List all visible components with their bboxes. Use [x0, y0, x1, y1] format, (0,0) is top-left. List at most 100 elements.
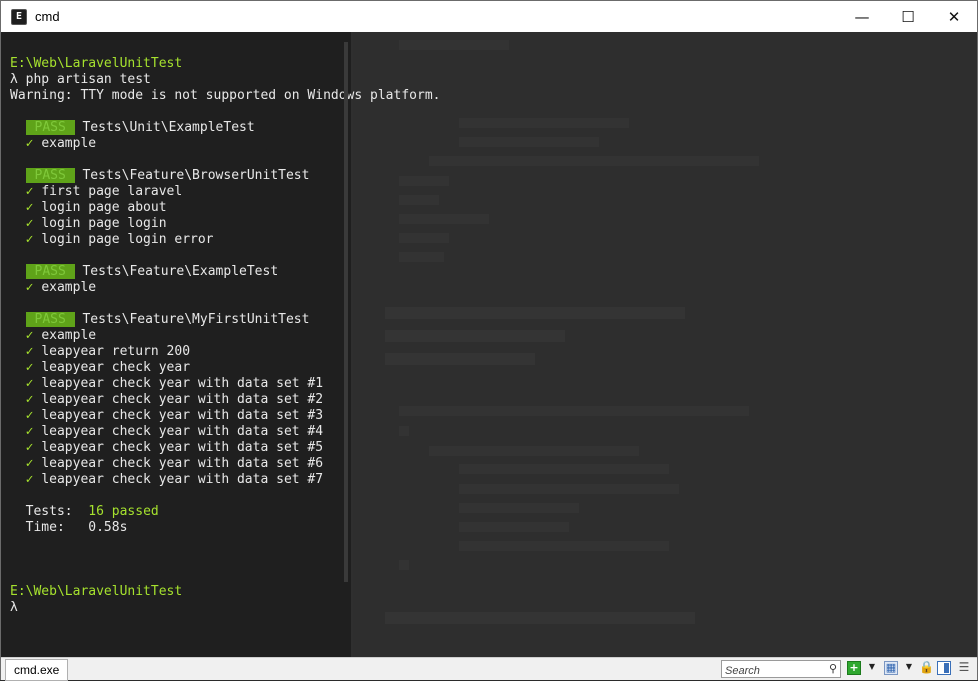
summary-label: Time:: [10, 520, 89, 535]
test-name: login page login error: [41, 232, 214, 247]
background-document: [353, 32, 977, 657]
pass-badge: PASS: [25, 120, 75, 135]
window-controls: — ☐ ✕: [839, 1, 977, 32]
command-line: λ: [10, 600, 440, 616]
test-suite-name: Tests\Unit\ExampleTest: [82, 120, 255, 135]
tests-summary-line: Tests: 16 passed: [10, 504, 440, 520]
time-summary-line: Time: 0.58s: [10, 520, 440, 536]
check-icon: ✓: [25, 232, 34, 247]
tab-cmd[interactable]: cmd.exe: [5, 659, 69, 681]
test-name: leapyear check year with data set #7: [41, 472, 324, 487]
test-result-line: ✓ leapyear return 200: [10, 344, 440, 360]
summary-value: 16 passed: [88, 504, 159, 519]
test-result-line: ✓ login page login error: [10, 232, 440, 248]
test-suite-line: PASS Tests\Unit\ExampleTest: [10, 120, 440, 136]
status-bar: cmd.exe ⚲ + ▼ ▦ ▼ 🔒 ☰: [1, 657, 977, 681]
summary-value: 0.58s: [88, 520, 128, 535]
pass-badge: PASS: [25, 168, 75, 183]
prompt-path: E:\Web\LaravelUnitTest: [10, 56, 183, 71]
output-line: Warning: TTY mode is not supported on Wi…: [10, 88, 440, 104]
title-bar[interactable]: E cmd — ☐ ✕: [1, 1, 977, 32]
check-icon: ✓: [25, 184, 34, 199]
prompt-path: E:\Web\LaravelUnitTest: [10, 584, 183, 599]
test-name: leapyear check year: [41, 360, 191, 375]
test-result-line: ✓ leapyear check year with data set #6: [10, 456, 440, 472]
check-icon: ✓: [25, 280, 34, 295]
test-result-line: ✓ login page login: [10, 216, 440, 232]
test-suite-name: Tests\Feature\BrowserUnitTest: [82, 168, 310, 183]
check-icon: ✓: [25, 376, 34, 391]
test-result-line: ✓ leapyear check year with data set #4: [10, 424, 440, 440]
test-suite-line: PASS Tests\Feature\ExampleTest: [10, 264, 440, 280]
test-result-line: ✓ leapyear check year with data set #2: [10, 392, 440, 408]
check-icon: ✓: [25, 200, 34, 215]
plus-icon[interactable]: +: [847, 661, 861, 675]
test-result-line: ✓ login page about: [10, 200, 440, 216]
command-line: λ php artisan test: [10, 72, 440, 88]
test-name: example: [41, 136, 97, 151]
lock-icon[interactable]: 🔒: [919, 661, 934, 675]
command-text: λ: [10, 600, 18, 615]
terminal-scrollbar[interactable]: [344, 42, 348, 582]
close-button[interactable]: ✕: [931, 1, 977, 32]
terminal-lines: E:\Web\LaravelUnitTest λ php artisan test…: [10, 56, 440, 616]
search-icon[interactable]: ⚲: [829, 662, 837, 675]
check-icon: ✓: [25, 344, 34, 359]
test-suite-name: Tests\Feature\MyFirstUnitTest: [82, 312, 310, 327]
minimize-button[interactable]: —: [839, 1, 885, 32]
layout-icon[interactable]: [937, 661, 951, 675]
check-icon: ✓: [25, 328, 34, 343]
panel-icon[interactable]: ▦: [884, 661, 898, 675]
test-result-line: ✓ leapyear check year with data set #3: [10, 408, 440, 424]
test-name: login page about: [41, 200, 167, 215]
check-icon: ✓: [25, 472, 34, 487]
test-result-line: ✓ leapyear check year: [10, 360, 440, 376]
check-icon: ✓: [25, 392, 34, 407]
test-name: leapyear return 200: [41, 344, 191, 359]
pass-badge: PASS: [25, 312, 75, 327]
console-app-icon: E: [11, 8, 27, 25]
search-input[interactable]: [722, 663, 825, 679]
summary-label: Tests:: [10, 504, 89, 519]
terminal-output[interactable]: E:\Web\LaravelUnitTest λ php artisan test…: [1, 32, 440, 657]
test-name: leapyear check year with data set #2: [41, 392, 324, 407]
test-name: example: [41, 280, 97, 295]
console-area: E:\Web\LaravelUnitTest λ php artisan test…: [1, 32, 977, 657]
check-icon: ✓: [25, 456, 34, 471]
test-suite-name: Tests\Feature\ExampleTest: [82, 264, 279, 279]
chevron-down-icon[interactable]: ▼: [865, 661, 879, 675]
pass-badge: PASS: [25, 264, 75, 279]
test-name: login page login: [41, 216, 167, 231]
test-suite-line: PASS Tests\Feature\BrowserUnitTest: [10, 168, 440, 184]
prompt-path-line: E:\Web\LaravelUnitTest: [10, 56, 440, 72]
check-icon: ✓: [25, 440, 34, 455]
test-name: leapyear check year with data set #5: [41, 440, 324, 455]
test-name: example: [41, 328, 97, 343]
maximize-button[interactable]: ☐: [885, 1, 931, 32]
check-icon: ✓: [25, 408, 34, 423]
test-name: leapyear check year with data set #6: [41, 456, 324, 471]
test-name: leapyear check year with data set #1: [41, 376, 324, 391]
check-icon: ✓: [25, 424, 34, 439]
test-result-line: ✓ example: [10, 280, 440, 296]
window-title: cmd: [35, 9, 60, 24]
list-icon[interactable]: ☰: [957, 661, 971, 675]
test-name: leapyear check year with data set #3: [41, 408, 324, 423]
search-box: ⚲: [721, 660, 841, 679]
test-name: first page laravel: [41, 184, 183, 199]
test-result-line: ✓ example: [10, 136, 440, 152]
test-result-line: ✓ leapyear check year with data set #5: [10, 440, 440, 456]
console-window: E cmd — ☐ ✕ E:\Web\LaravelUnitTest λ php…: [0, 0, 978, 681]
test-name: leapyear check year with data set #4: [41, 424, 324, 439]
test-suite-line: PASS Tests\Feature\MyFirstUnitTest: [10, 312, 440, 328]
chevron-down-icon[interactable]: ▼: [902, 661, 916, 675]
check-icon: ✓: [25, 360, 34, 375]
output-text: Warning: TTY mode is not supported on Wi…: [10, 88, 441, 103]
test-result-line: ✓ leapyear check year with data set #7: [10, 472, 440, 488]
